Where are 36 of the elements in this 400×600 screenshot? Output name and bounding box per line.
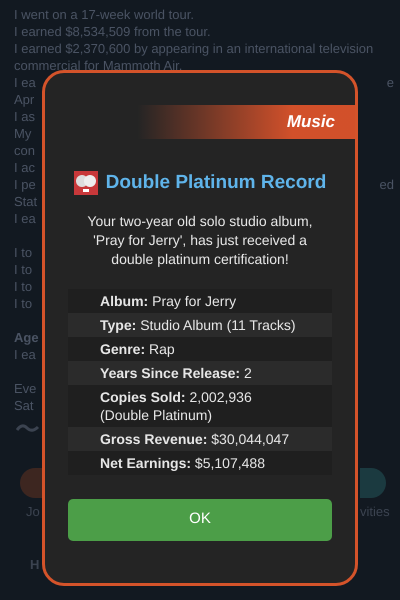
log-line: Apr [14,92,34,107]
log-line: I ea [14,211,36,226]
log-line: I pe [14,177,36,192]
dialog-title: Double Platinum Record [106,171,326,195]
log-line: I as [14,109,35,124]
detail-row: Gross Revenue: $30,044,047 [68,426,332,450]
detail-row: Type: Studio Album (11 Tracks) [68,312,332,336]
wave-icon [16,422,40,434]
log-line: commercial for Mammoth Air. [14,58,182,73]
log-line: Stat [14,194,38,209]
detail-row: Years Since Release: 2 [68,360,332,384]
log-line: I to [14,262,32,277]
detail-row: Net Earnings: $5,107,488 [68,450,332,474]
detail-row: Copies Sold: 2,002,936 (Double Platinum) [68,384,332,426]
log-line: I to [14,296,32,311]
log-line: I ea [14,347,36,362]
log-line: Eve [14,381,36,396]
log-line: I ac [14,160,35,175]
ok-button[interactable]: OK [68,498,332,540]
log-line: I earned $2,370,600 by appearing in an international television [14,41,374,56]
category-label: Music [286,111,335,134]
dialog-message: Your two-year old solo studio album, 'Pray for Jerry', has just received a double platinum certification! [86,212,314,268]
detail-row: Album: Pray for Jerry [68,288,332,312]
log-line: My [14,126,32,141]
log-line: con [14,143,35,158]
log-line: I earned $8,534,509 from the tour. [14,24,211,39]
log-line: I to [14,279,32,294]
section-heading: Age [14,330,39,345]
log-line: I to [14,245,32,260]
log-line: e [386,75,394,90]
log-line: I ea [14,75,36,90]
log-line: I went on a 17-week world tour. [14,7,194,22]
detail-row: Genre: Rap [68,336,332,360]
log-line: Sat [14,398,34,413]
record-icon [74,171,98,196]
log-line: ed [380,177,394,192]
